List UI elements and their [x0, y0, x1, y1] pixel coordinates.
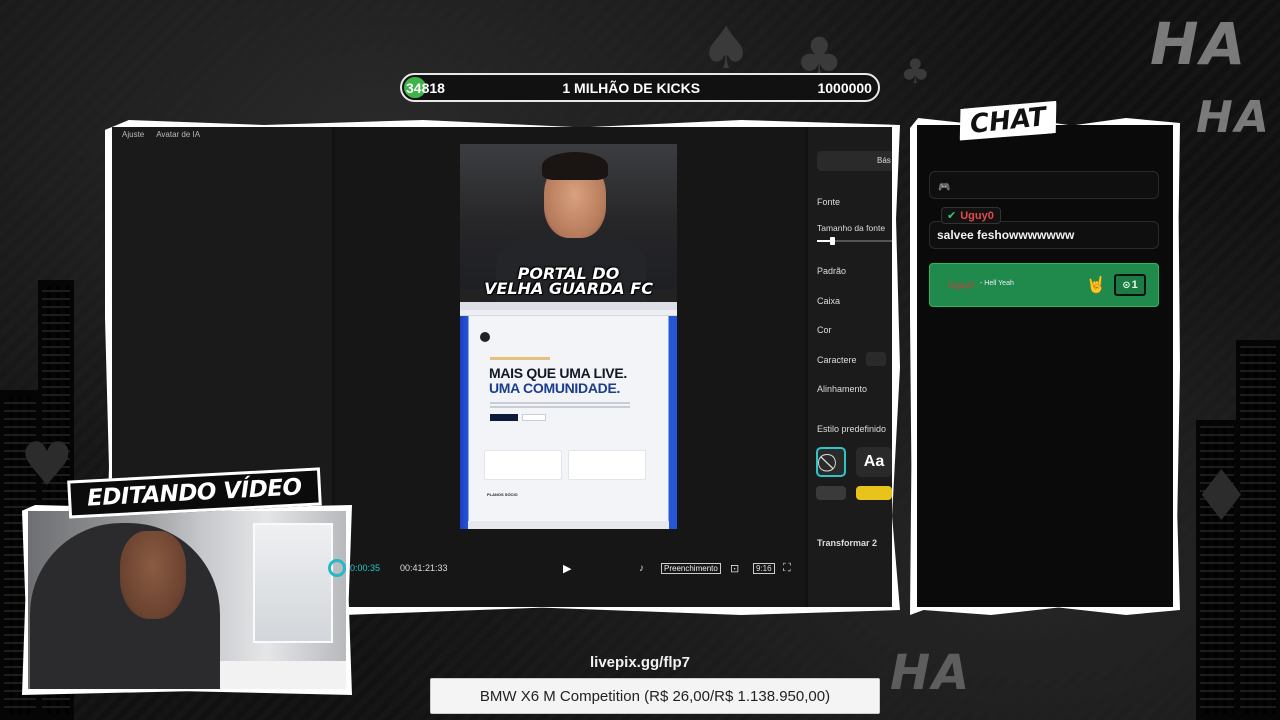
spade-icon: ♠ [700, 14, 752, 82]
chat-username-text: Uguy0 [960, 210, 994, 222]
site-logo [480, 332, 490, 342]
label-font-size: Tamanho da fonte [817, 223, 886, 233]
label-character: Caractere [817, 355, 857, 365]
site-paragraph [490, 400, 630, 408]
site-cta-primary [490, 414, 518, 421]
video-headline: PORTAL DO VELHA GUARDA FC [460, 266, 677, 298]
playback-controls: 00:00:35 00:41:21:33 ▶ ♪ Preenchimento ⊡… [335, 557, 805, 579]
website-screenshot: MAIS QUE UMA LIVE. UMA COMUNIDADE. PLANO… [460, 302, 677, 529]
verified-icon: ✔ [947, 210, 957, 222]
video-preview[interactable]: MAIS QUE UMA LIVE. UMA COMUNIDADE. PLANO… [460, 144, 677, 529]
sub-count-icon: ⊙ [1122, 279, 1131, 291]
slider-handle[interactable] [830, 237, 835, 245]
ha-decor-1: HA [1150, 10, 1248, 78]
sub-alert-text: - Hell Yeah [980, 280, 1014, 287]
tab-basic[interactable]: Bás [817, 151, 892, 171]
preset-aa[interactable]: Aa [856, 447, 892, 477]
label-font: Fonte [817, 197, 841, 207]
club-icon-small: ♣ [900, 52, 931, 92]
sub-alert-user: Uguy0 [948, 280, 975, 290]
label-alignment: Alinhamento [817, 384, 868, 394]
site-plans-title: PLANOS SÓCIO [487, 492, 518, 497]
label-pattern: Padrão [817, 266, 847, 276]
tab-avatar-ia[interactable]: Avatar de IA [156, 130, 200, 139]
site-headline-1: MAIS QUE UMA LIVE. [489, 365, 627, 381]
pc-fan [328, 559, 346, 577]
label-preset: Estilo predefinido [817, 424, 887, 434]
label-transform[interactable]: Transformar 2 [817, 538, 877, 548]
site-card [484, 450, 562, 480]
chat-panel: 🎮 ✔ Uguy0 salvee feshowwwwwww Uguy0 - Hel… [917, 125, 1173, 607]
rock-hand-icon: 🤘 [1086, 277, 1106, 294]
tiktok-icon[interactable]: ♪ [639, 563, 644, 574]
goal-title: 1 MILHÃO DE KICKS [562, 79, 701, 96]
badge-icon: 🎮 [938, 182, 951, 193]
font-size-slider[interactable] [817, 237, 892, 245]
donation-goal: BMW X6 M Competition (R$ 26,00/R$ 1.138.… [430, 678, 880, 714]
crop-icon[interactable]: ⊡ [730, 562, 739, 575]
browser-tabbar [460, 302, 677, 310]
site-cards [484, 450, 646, 480]
site-card [568, 450, 646, 480]
site-cta-secondary [522, 414, 546, 421]
fullscreen-icon[interactable]: ⛶ [783, 562, 791, 575]
preview-panel: MAIS QUE UMA LIVE. UMA COMUNIDADE. PLANO… [335, 127, 805, 607]
stream-overlay: ♠ ♣ ♣ ♦ ♥ HA HA HA 34818 1 MILHÃO DE KIC… [0, 0, 1280, 720]
left-tabs: Ajuste Avatar de IA [112, 127, 332, 142]
sub-count-badge: ⊙ 1 [1114, 274, 1146, 296]
play-icon[interactable]: ▶ [563, 562, 571, 575]
character-input[interactable] [866, 352, 886, 366]
aspect-ratio-button[interactable]: 9:16 [753, 562, 775, 574]
webcam-feed [28, 511, 346, 689]
diamond-icon: ♦ [1190, 455, 1253, 537]
fill-mode-button[interactable]: Preenchimento [661, 562, 721, 574]
text-properties-panel: Bás Fonte Tamanho da fonte Padrão Caixa … [808, 127, 892, 607]
current-time: 00:00:35 [345, 563, 381, 573]
site-kicker [490, 357, 550, 360]
preset-gray[interactable] [816, 486, 846, 500]
chat-message-prev: 🎮 [929, 171, 1159, 199]
goal-current: 34818 [406, 79, 445, 96]
ha-decor-2: HA [1196, 92, 1271, 143]
streamer-face [120, 531, 186, 619]
presenter-hair [542, 152, 608, 180]
video-headline-line2: VELHA GUARDA FC [484, 279, 653, 298]
tab-ajuste[interactable]: Ajuste [122, 130, 144, 139]
site-headline-2: UMA COMUNIDADE. [489, 380, 621, 396]
preset-yellow[interactable] [856, 486, 892, 500]
heart-icon: ♥ [20, 430, 74, 500]
total-time: 00:41:21:33 [400, 563, 448, 573]
label-case: Caixa [817, 296, 841, 306]
sub-alert: Uguy0 - Hell Yeah 🤘 ⊙ 1 [929, 263, 1159, 307]
label-color: Cor [817, 325, 832, 335]
browser-addressbar [460, 310, 677, 316]
kicks-goal-bar: 34818 1 MILHÃO DE KICKS 1000000 [400, 73, 880, 102]
goal-target: 1000000 [817, 79, 872, 96]
windows-taskbar [468, 521, 669, 529]
sub-count-value: 1 [1131, 279, 1138, 291]
pc-case [253, 523, 333, 643]
preset-none-icon[interactable]: ⃠ [816, 447, 846, 477]
chat-message-text: salvee feshowwwwwww [937, 228, 1075, 242]
chat-username[interactable]: ✔ Uguy0 [941, 207, 1001, 224]
